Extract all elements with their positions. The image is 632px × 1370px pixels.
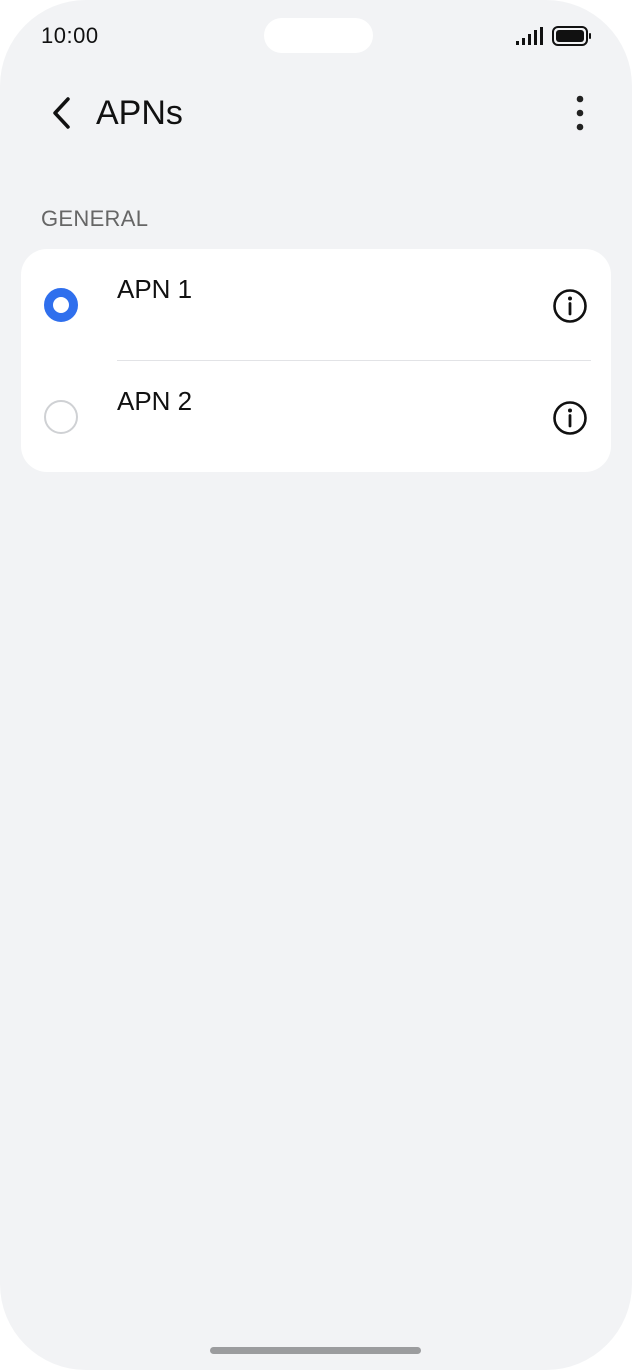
apn-info-button[interactable] xyxy=(551,287,589,325)
more-vertical-icon xyxy=(576,95,584,131)
radio-unselected[interactable] xyxy=(44,400,78,434)
cellular-signal-icon xyxy=(516,27,543,45)
apn-label: APN 1 xyxy=(117,274,193,304)
camera-pill xyxy=(264,18,373,53)
more-options-button[interactable] xyxy=(560,92,600,134)
home-indicator[interactable] xyxy=(210,1347,421,1354)
back-button[interactable] xyxy=(40,92,82,134)
apn-item[interactable]: APN 1 xyxy=(21,249,611,360)
info-icon xyxy=(553,289,587,323)
app-bar: APNs xyxy=(0,80,632,144)
apn-item[interactable]: APN 2 xyxy=(21,361,611,472)
page-title: APNs xyxy=(96,94,183,132)
apn-info-button[interactable] xyxy=(551,399,589,437)
info-icon xyxy=(553,401,587,435)
battery-icon xyxy=(552,26,591,46)
status-time: 10:00 xyxy=(41,23,99,48)
phone-screen: 10:00 APNs GENERAL APN 1 APN 2 xyxy=(0,0,632,1370)
status-bar: 10:00 xyxy=(0,0,632,72)
chevron-left-icon xyxy=(53,97,70,129)
radio-selected[interactable] xyxy=(44,288,78,322)
apn-list-card: APN 1 APN 2 xyxy=(21,249,611,472)
section-header-general: GENERAL xyxy=(41,206,149,231)
apn-label: APN 2 xyxy=(117,386,193,416)
